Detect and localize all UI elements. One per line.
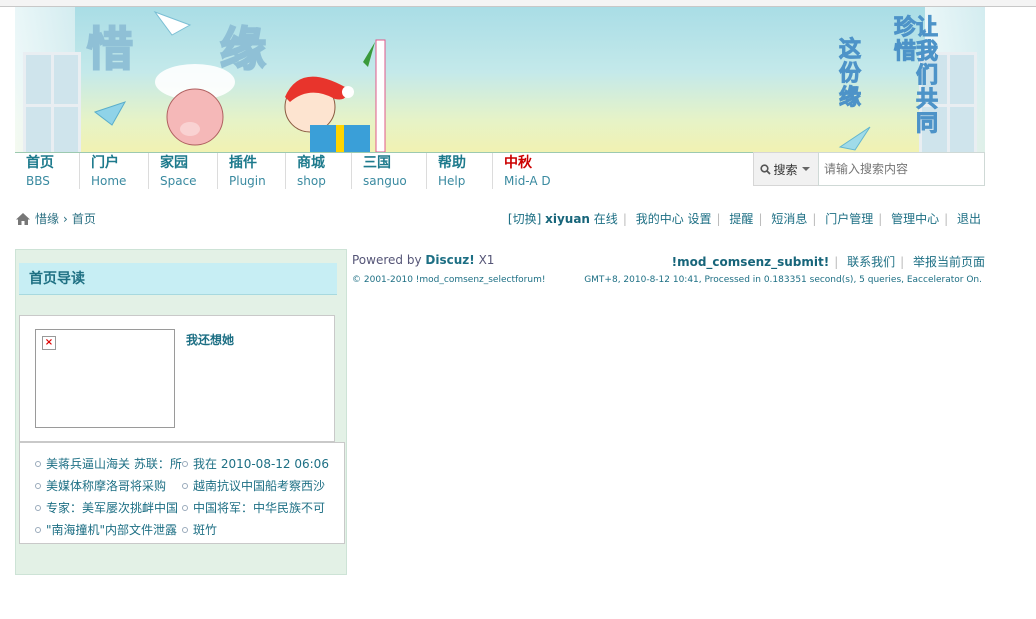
- browser-top-edge: [0, 0, 1036, 7]
- nav-item-home[interactable]: 门户 Home: [80, 153, 149, 189]
- powered-by: Powered by Discuz! X1: [352, 253, 495, 267]
- news-list: 美蒋兵逼山海关 苏联：所 我在 2010-08-12 06:06 美媒体称摩洛哥…: [19, 442, 345, 544]
- nav-item-shop[interactable]: 商城 shop: [286, 153, 352, 189]
- server-stats: GMT+8, 2010-8-12 10:41, Processed in 0.1…: [584, 275, 982, 285]
- search-icon: [760, 163, 772, 175]
- nav-label-en: Mid-A D: [504, 174, 551, 188]
- search-type-button[interactable]: 搜索: [753, 152, 819, 186]
- footer-links: !mod_comsenz_submit! | 联系我们 | 举报当前页面: [671, 255, 985, 269]
- panel-title: 首页导读: [19, 263, 337, 295]
- reminders-link[interactable]: 提醒: [729, 212, 753, 226]
- home-guide-panel: 首页导读 × 我还想她 美蒋兵逼山海关 苏联：所 我在 2010-08-12 0…: [15, 249, 347, 575]
- breadcrumb-current: 首页: [71, 212, 96, 226]
- admin-center-link[interactable]: 管理中心: [891, 212, 939, 226]
- nav-label-cn: 中秋: [504, 155, 532, 171]
- nav-label-cn: 首页: [26, 155, 54, 171]
- home-icon[interactable]: [15, 212, 31, 226]
- news-list-item[interactable]: 中国将军：中华民族不可: [182, 499, 325, 516]
- nav-label-cn: 家园: [160, 155, 188, 171]
- nav-label-en: shop: [297, 174, 326, 188]
- copyright-text: © 2001-2010 !mod_comsenz_selectforum!: [352, 275, 546, 285]
- nav-item-sanguo[interactable]: 三国 sanguo: [352, 153, 427, 189]
- nav-label-cn: 门户: [91, 155, 119, 171]
- banner-slogan-left: 这份缘: [835, 37, 861, 110]
- switch-status-link[interactable]: [切换]: [508, 212, 541, 226]
- featured-news-box: × 我还想她: [19, 315, 335, 442]
- settings-link[interactable]: 设置: [688, 212, 712, 226]
- breadcrumb-separator: ›: [63, 211, 68, 226]
- banner-title-char-1: 惜: [86, 21, 137, 77]
- user-toolbar: [切换] xiyuan 在线 | 我的中心 设置 | 提醒 | 短消息 | 门户管理 | …: [507, 212, 981, 226]
- news-list-item[interactable]: 我在 2010-08-12 06:06: [182, 455, 329, 472]
- breadcrumb: 惜缘 › 首页: [15, 210, 96, 227]
- site-banner: 惜 缘 这份缘 让我们共同珍惜: [15, 7, 985, 152]
- username-link[interactable]: xiyuan: [545, 212, 590, 226]
- news-list-item[interactable]: 专家：美军屡次挑衅中国: [35, 499, 178, 516]
- portal-admin-link[interactable]: 门户管理: [825, 212, 873, 226]
- news-list-item[interactable]: 美蒋兵逼山海关 苏联：所: [35, 455, 182, 472]
- featured-image[interactable]: ×: [35, 329, 175, 428]
- nav-label-en: Plugin: [229, 174, 266, 188]
- nav-item-space[interactable]: 家园 Space: [149, 153, 218, 189]
- nav-label-en: BBS: [26, 174, 50, 188]
- news-list-item[interactable]: 美媒体称摩洛哥将采购: [35, 477, 166, 494]
- cartoon-characters: [153, 10, 386, 152]
- search-button-label: 搜索: [773, 162, 798, 177]
- paper-plane-icon: [93, 101, 127, 126]
- nav-label-cn: 三国: [363, 155, 391, 171]
- nav-label-cn: 插件: [229, 155, 257, 171]
- chevron-down-icon: [801, 167, 810, 171]
- nav-label-cn: 商城: [297, 155, 325, 171]
- banner-slogan-right: 让我们共同珍惜: [890, 15, 938, 136]
- my-center-link[interactable]: 我的中心: [636, 212, 684, 226]
- breadcrumb-site-link[interactable]: 惜缘: [35, 210, 59, 227]
- search-input[interactable]: [818, 152, 985, 186]
- online-status: 在线: [593, 212, 618, 226]
- nav-label-en: Space: [160, 174, 197, 188]
- nav-item-mid-autumn[interactable]: 中秋 Mid-A D: [493, 153, 563, 189]
- logout-link[interactable]: 退出: [957, 212, 981, 226]
- nav-item-help[interactable]: 帮助 Help: [427, 153, 493, 189]
- nav-label-en: sanguo: [363, 174, 407, 188]
- news-list-item[interactable]: 越南抗议中国船考察西沙: [182, 477, 325, 494]
- paper-plane-icon-right: [838, 126, 871, 151]
- news-list-item[interactable]: "南海撞机"内部文件泄露: [35, 521, 177, 538]
- left-window: [23, 52, 81, 152]
- featured-news-title[interactable]: 我还想她: [186, 331, 234, 348]
- nav-label-en: Help: [438, 174, 466, 188]
- nav-item-bbs[interactable]: 首页 BBS: [15, 153, 80, 189]
- broken-image-icon: ×: [42, 336, 56, 350]
- nav-label-en: Home: [91, 174, 127, 188]
- messages-link[interactable]: 短消息: [771, 212, 807, 226]
- contact-us-link[interactable]: 联系我们: [847, 255, 895, 269]
- nav-label-cn: 帮助: [438, 155, 466, 171]
- version-label: X1: [478, 253, 495, 267]
- news-list-item[interactable]: 斑竹: [182, 521, 217, 538]
- report-page-link[interactable]: 举报当前页面: [913, 255, 985, 269]
- discuz-link[interactable]: Discuz!: [425, 253, 474, 267]
- submit-link[interactable]: !mod_comsenz_submit!: [672, 255, 830, 269]
- nav-item-plugin[interactable]: 插件 Plugin: [218, 153, 286, 189]
